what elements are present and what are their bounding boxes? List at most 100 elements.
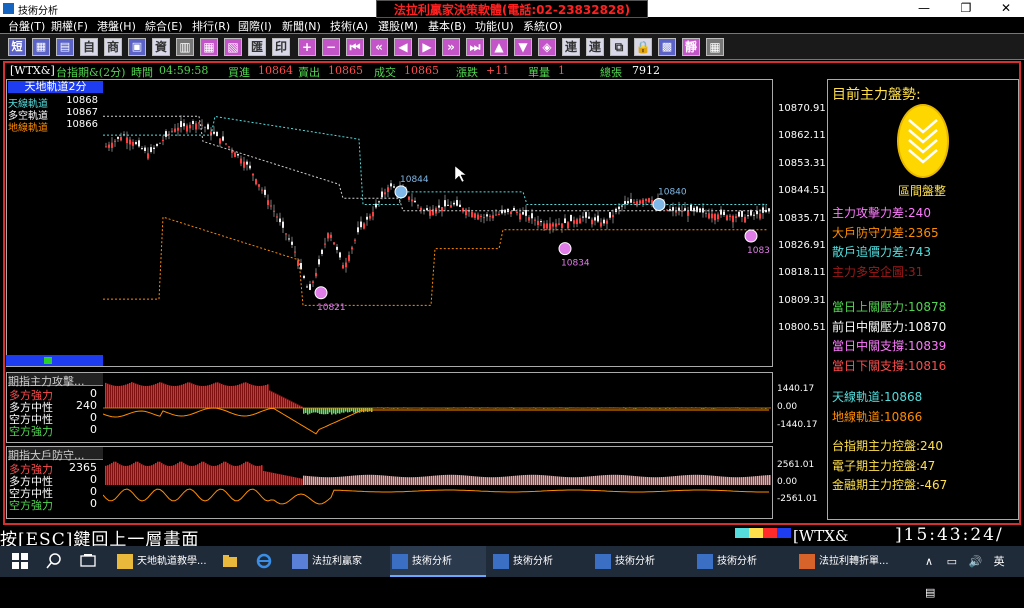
histogram-bar <box>337 477 339 485</box>
histogram-bar <box>199 386 201 408</box>
panel3-title[interactable]: 期指大戶防守... <box>8 447 103 460</box>
taskbar-task[interactable]: 技術分析 <box>695 546 791 577</box>
price-chart[interactable]: 108441084010834108211083 <box>103 80 773 355</box>
menu-item-0[interactable]: 台盤(T) <box>8 18 45 34</box>
taskbar-task[interactable]: 技術分析 <box>390 546 486 577</box>
side-stat-row: 當日中關支撐:10839 <box>832 337 946 354</box>
forward-icon[interactable]: » <box>442 38 460 56</box>
info-button[interactable]: 資 <box>152 38 170 56</box>
toolbar-icon-6[interactable]: ▧ <box>224 38 242 56</box>
menu-item-3[interactable]: 綜合(E) <box>145 18 183 34</box>
notification-icon[interactable]: ▤ <box>925 586 935 599</box>
windows-start-icon[interactable] <box>12 553 28 569</box>
histogram-bar <box>655 477 657 485</box>
search-icon[interactable] <box>46 553 62 569</box>
histogram-bar <box>737 477 739 485</box>
side-stat-value: 10816 <box>908 359 946 373</box>
candle-body <box>291 242 293 245</box>
extreme-marker-label: 10821 <box>317 303 346 313</box>
panel-legend-row: 多方中性0 <box>9 473 97 485</box>
menu-item-11[interactable]: 系統(O) <box>523 18 562 34</box>
internet-explorer-icon[interactable] <box>256 553 272 569</box>
volume-icon[interactable]: 🔊 <box>968 555 982 568</box>
short-term-button[interactable]: 短 <box>8 38 26 56</box>
zoom-in-icon[interactable]: + <box>298 38 316 56</box>
taskbar-task[interactable]: 法拉利贏家 <box>290 546 386 577</box>
close-button[interactable]: ✕ <box>986 1 1024 16</box>
minimize-button[interactable]: — <box>904 1 944 16</box>
export-button[interactable]: 匯 <box>248 38 266 56</box>
histogram-bar <box>387 476 389 485</box>
menu-item-6[interactable]: 新聞(N) <box>282 18 321 34</box>
menu-item-10[interactable]: 功能(U) <box>475 18 514 34</box>
menu-item-8[interactable]: 選股(M) <box>378 18 418 34</box>
first-page-icon[interactable]: ⏮ <box>346 38 364 56</box>
scroll-thumb[interactable] <box>44 357 52 364</box>
prev-icon[interactable]: ◀ <box>394 38 412 56</box>
toolbar-icon-9[interactable]: ▩ <box>658 38 676 56</box>
histogram-bar <box>637 476 639 485</box>
toolbar-icon-5[interactable]: ▦ <box>200 38 218 56</box>
histogram-bar <box>553 476 555 485</box>
toolbar-icon-1[interactable]: ▦ <box>32 38 50 56</box>
commodity-button[interactable]: 商 <box>104 38 122 56</box>
histogram-bar <box>643 477 645 485</box>
change-value: +11 <box>486 64 509 77</box>
taskbar-task[interactable]: 技術分析 <box>491 546 587 577</box>
zoom-out-icon[interactable]: − <box>322 38 340 56</box>
legend-label: 地線軌道 <box>8 123 48 134</box>
panel2-title[interactable]: 期指主力攻擊... <box>8 373 103 386</box>
self-select-button[interactable]: 自 <box>80 38 98 56</box>
last-page-icon[interactable]: ⏭ <box>466 38 484 56</box>
histogram-bar <box>323 408 325 414</box>
indicator-title[interactable]: 天地軌道2分 <box>8 81 103 93</box>
attack-histogram[interactable] <box>103 373 773 442</box>
candle-body <box>213 132 215 134</box>
link-button-2[interactable]: 連 <box>586 38 604 56</box>
side-stat-value: 31 <box>908 265 923 279</box>
print-button[interactable]: 印 <box>272 38 290 56</box>
defense-histogram[interactable] <box>103 447 773 518</box>
panel-scroll-strip[interactable] <box>6 355 103 366</box>
toolbar-icon-7[interactable]: ◈ <box>538 38 556 56</box>
quote-time: 04:59:58 <box>159 64 208 77</box>
menu-item-7[interactable]: 技術(A) <box>330 18 368 34</box>
extreme-marker-icon <box>745 230 757 242</box>
histogram-bar <box>153 464 155 485</box>
taskbar-task[interactable]: 天地軌道教學... <box>115 546 215 577</box>
candle-body <box>645 199 647 201</box>
candle-body <box>570 215 572 221</box>
restore-button[interactable]: ❐ <box>946 1 986 16</box>
histogram-bar <box>635 476 637 485</box>
link-button-1[interactable]: 連 <box>562 38 580 56</box>
histogram-bar <box>693 475 695 485</box>
toolbar-icon-8[interactable]: ⧉ <box>610 38 628 56</box>
menu-item-5[interactable]: 國際(I) <box>238 18 272 34</box>
ime-indicator[interactable]: 英 <box>994 555 1005 568</box>
toolbar-icon-2[interactable]: ▤ <box>56 38 74 56</box>
task-view-icon[interactable] <box>80 553 96 569</box>
next-icon[interactable]: ▶ <box>418 38 436 56</box>
menu-item-1[interactable]: 期權(F) <box>51 18 88 34</box>
histogram-bar <box>349 476 351 485</box>
down-icon[interactable]: ▼ <box>514 38 532 56</box>
toolbar-icon-3[interactable]: ▣ <box>128 38 146 56</box>
candle-body <box>207 124 209 129</box>
taskbar-task[interactable]: 技術分析 <box>593 546 689 577</box>
static-button[interactable]: 靜 <box>682 38 700 56</box>
rewind-icon[interactable]: « <box>370 38 388 56</box>
file-explorer-icon[interactable] <box>222 553 238 569</box>
up-icon[interactable]: ▲ <box>490 38 508 56</box>
histogram-bar <box>489 477 491 485</box>
network-icon[interactable]: ▭ <box>947 555 957 568</box>
menu-item-9[interactable]: 基本(B) <box>428 18 466 34</box>
candle-body <box>375 204 377 208</box>
toolbar-icon-4[interactable]: ▥ <box>176 38 194 56</box>
menu-item-4[interactable]: 排行(R) <box>192 18 230 34</box>
histogram-bar <box>169 466 171 485</box>
menu-item-2[interactable]: 港盤(H) <box>97 18 136 34</box>
taskbar-task[interactable]: 法拉利轉折單... <box>797 546 893 577</box>
tray-up-icon[interactable]: ∧ <box>925 555 933 568</box>
lock-icon[interactable]: 🔒 <box>634 38 652 56</box>
toolbar-icon-10[interactable]: ▦ <box>706 38 724 56</box>
